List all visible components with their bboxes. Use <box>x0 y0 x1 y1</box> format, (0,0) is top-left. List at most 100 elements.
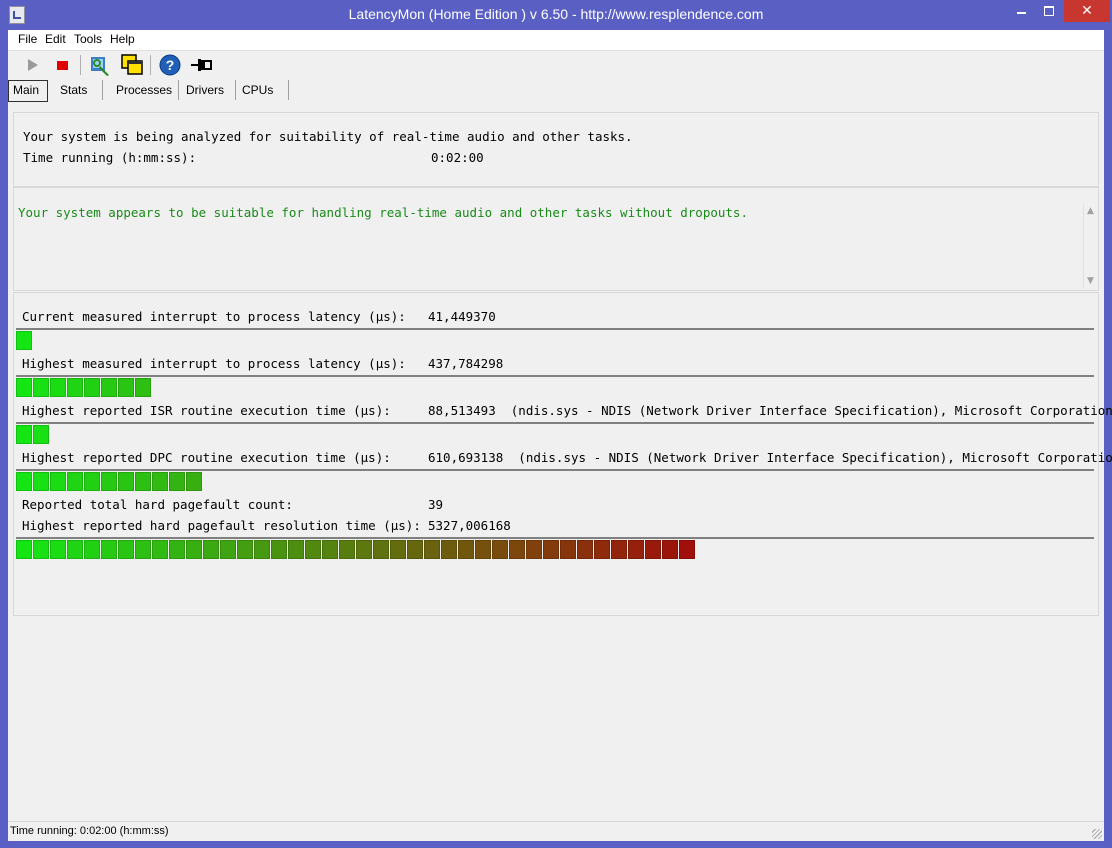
latency-bar-fill <box>16 472 203 491</box>
bar-segment <box>118 378 134 397</box>
bar-segment <box>271 540 287 559</box>
time-running-label: Time running (h:mm:ss): <box>23 150 197 165</box>
stop-icon[interactable] <box>50 53 74 77</box>
bar-segment <box>407 540 423 559</box>
help-icon[interactable]: ? <box>158 53 182 77</box>
bar-segment <box>33 540 49 559</box>
bar-segment <box>492 540 508 559</box>
tab-cpus[interactable]: CPUs <box>238 80 289 100</box>
bar-segment <box>118 472 134 491</box>
toolbar-separator <box>150 55 151 75</box>
analysis-text: Your system is being analyzed for suitab… <box>23 129 633 144</box>
bar-segment <box>679 540 695 559</box>
bar-segment <box>169 472 185 491</box>
bar-segment <box>101 378 117 397</box>
close-button[interactable]: ✕ <box>1064 0 1110 22</box>
bar-segment <box>84 472 100 491</box>
metric-value: 610,693138 (ndis.sys - NDIS (Network Dri… <box>428 450 1112 465</box>
bar-segment <box>16 472 32 491</box>
bar-segment <box>458 540 474 559</box>
maximize-button[interactable] <box>1034 0 1064 22</box>
conclusion-scrollbar[interactable]: ▲ ▼ <box>1083 204 1098 288</box>
svg-text:?: ? <box>166 57 175 73</box>
scroll-up-icon[interactable]: ▲ <box>1087 206 1094 216</box>
bar-segment <box>67 378 83 397</box>
bar-segment <box>441 540 457 559</box>
latency-bar-fill <box>16 331 33 350</box>
metric-label: Reported total hard pagefault count: <box>22 497 293 512</box>
bar-segment <box>84 540 100 559</box>
conclusion-text: Your system appears to be suitable for h… <box>18 205 748 220</box>
resize-grip-icon[interactable] <box>1092 829 1102 839</box>
bar-segment <box>33 472 49 491</box>
tab-main[interactable]: Main <box>8 80 48 102</box>
bar-segment <box>50 472 66 491</box>
tab-stats[interactable]: Stats <box>56 80 103 100</box>
app-window: LatencyMon (Home Edition ) v 6.50 - http… <box>0 0 1112 848</box>
status-text: Time running: 0:02:00 (h:mm:ss) <box>10 825 169 837</box>
bar-segment <box>424 540 440 559</box>
bar-segment <box>84 378 100 397</box>
analysis-panel: Your system is being analyzed for suitab… <box>13 112 1099 187</box>
client-area: File Edit Tools Help ? Main Stats Proces… <box>8 30 1112 841</box>
bar-segment <box>220 540 236 559</box>
bar-segment <box>628 540 644 559</box>
play-icon[interactable] <box>22 53 46 77</box>
close-icon: ✕ <box>1081 3 1093 19</box>
bar-segment <box>135 540 151 559</box>
bar-segment <box>50 540 66 559</box>
latency-bar <box>16 328 1094 350</box>
bar-segment <box>645 540 661 559</box>
bar-segment <box>152 472 168 491</box>
menu-edit[interactable]: Edit <box>45 32 66 46</box>
bar-segment <box>356 540 372 559</box>
bar-segment <box>288 540 304 559</box>
bar-segment <box>67 472 83 491</box>
metric-value: 39 <box>428 497 444 512</box>
metric-label: Highest reported ISR routine execution t… <box>22 403 391 418</box>
bar-segment <box>135 472 151 491</box>
menu-help[interactable]: Help <box>110 32 135 46</box>
bar-segment <box>67 540 83 559</box>
bar-segment <box>118 540 134 559</box>
bar-segment <box>237 540 253 559</box>
tab-processes[interactable]: Processes <box>112 80 179 100</box>
bar-segment <box>543 540 559 559</box>
minimize-button[interactable] <box>1006 0 1036 22</box>
bar-segment <box>390 540 406 559</box>
bar-segment <box>203 540 219 559</box>
metric-label: Current measured interrupt to process la… <box>22 309 406 324</box>
conclusion-panel: Your system appears to be suitable for h… <box>13 187 1099 291</box>
latency-bar-fill <box>16 425 50 444</box>
window-icon[interactable] <box>120 53 144 77</box>
metric-value: 88,513493 (ndis.sys - NDIS (Network Driv… <box>428 403 1112 418</box>
bar-segment <box>16 425 32 444</box>
menu-file[interactable]: File <box>18 32 37 46</box>
bar-segment <box>169 540 185 559</box>
latency-bar <box>16 422 1094 444</box>
report-icon[interactable] <box>88 53 112 77</box>
bar-segment <box>305 540 321 559</box>
bar-segment <box>560 540 576 559</box>
pin-icon[interactable] <box>190 53 214 77</box>
bar-segment <box>611 540 627 559</box>
bar-segment <box>339 540 355 559</box>
tab-drivers[interactable]: Drivers <box>182 80 236 100</box>
menu-tools[interactable]: Tools <box>74 32 102 46</box>
scroll-down-icon[interactable]: ▼ <box>1087 276 1094 286</box>
status-bar: Time running: 0:02:00 (h:mm:ss) <box>8 821 1104 841</box>
bar-segment <box>322 540 338 559</box>
bar-segment <box>152 540 168 559</box>
toolbar-separator <box>80 55 81 75</box>
latency-bar-fill <box>16 540 696 559</box>
bar-segment <box>16 378 32 397</box>
bar-segment <box>135 378 151 397</box>
bar-segment <box>16 540 32 559</box>
bar-segment <box>101 472 117 491</box>
bar-segment <box>33 378 49 397</box>
bar-segment <box>475 540 491 559</box>
title-bar[interactable]: LatencyMon (Home Edition ) v 6.50 - http… <box>0 0 1112 30</box>
bar-segment <box>373 540 389 559</box>
metric-value: 5327,006168 <box>428 518 511 533</box>
metric-label: Highest reported hard pagefault resoluti… <box>22 518 421 533</box>
